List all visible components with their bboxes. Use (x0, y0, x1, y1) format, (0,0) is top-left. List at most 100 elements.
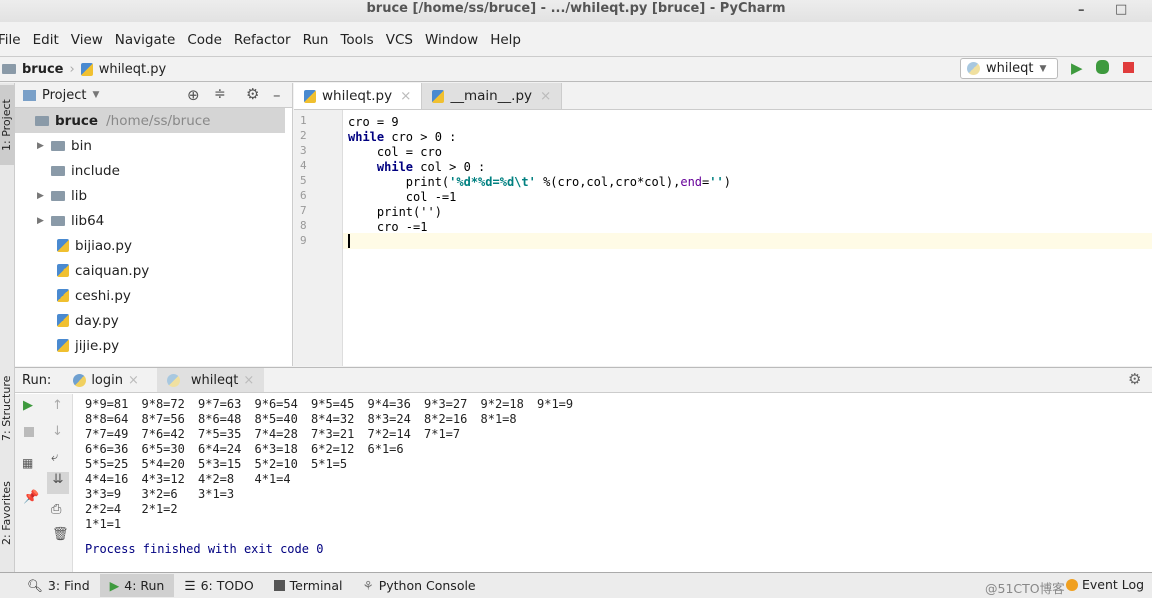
down-arrow-icon[interactable]: ↓ (52, 424, 63, 439)
tab-whileqt[interactable]: whileqt.py × (294, 83, 423, 109)
close-icon[interactable]: × (400, 88, 411, 104)
stop-button[interactable] (1123, 62, 1134, 73)
menu-run[interactable]: Run (297, 28, 335, 52)
tab-main[interactable]: __main__.py × (422, 83, 563, 109)
stop-button[interactable] (24, 427, 34, 437)
line-gutter: 1 2 3 4 5 6 7 8 9 (294, 110, 343, 366)
line-number: 8 (300, 219, 307, 232)
warning-icon (1066, 578, 1078, 591)
tree-item[interactable]: bijiao.py (15, 233, 285, 258)
breadcrumb-separator: › (69, 61, 75, 77)
tab-label: Python Console (378, 578, 476, 593)
output-cell: 1*1=1 (85, 517, 122, 531)
tool-tab-run[interactable]: ▶ 4: Run (99, 574, 175, 597)
expand-arrow-icon[interactable]: ▶ (37, 141, 51, 151)
tree-item[interactable]: ▶ lib64 (15, 208, 285, 233)
hide-icon[interactable]: – (273, 86, 281, 104)
event-log[interactable]: Event Log (1066, 577, 1144, 592)
chevron-down-icon[interactable]: ▼ (92, 90, 99, 100)
output-cell: 8*5=40 (254, 412, 298, 426)
tree-item[interactable]: include (15, 158, 285, 183)
run-tab-whileqt[interactable]: whileqt × (156, 368, 265, 392)
side-tab-favorites[interactable]: 2: Favorites (0, 468, 15, 558)
pin-icon[interactable]: 📌 (23, 490, 39, 505)
run-tab-label: login (91, 372, 123, 388)
line-number: 6 (300, 189, 307, 202)
tree-item[interactable]: ▶ bin (15, 133, 285, 158)
tree-item[interactable]: caiquan.py (15, 258, 285, 283)
side-tab-structure[interactable]: 7: Structure (0, 363, 15, 453)
line-number: 5 (300, 174, 307, 187)
output-cell: 9*9=81 (85, 397, 129, 411)
tree-item[interactable]: ceshi.py (15, 283, 285, 308)
tree-item[interactable]: day.py (15, 308, 285, 333)
output-cell: 5*2=10 (254, 457, 298, 471)
menu-bar: File Edit View Navigate Code Refactor Ru… (0, 28, 1144, 52)
soft-wrap-icon[interactable]: ⤶ (51, 450, 58, 465)
line-number: 1 (300, 114, 307, 127)
breadcrumb-project[interactable]: bruce (22, 62, 64, 77)
locate-icon[interactable]: ⊕ (187, 86, 200, 104)
run-config-select[interactable]: whileqt ▼ (960, 58, 1058, 79)
tree-item[interactable]: ▶ lib (15, 183, 285, 208)
close-icon[interactable]: × (243, 373, 254, 388)
output-cell: 8*4=32 (311, 412, 355, 426)
expand-arrow-icon[interactable]: ▶ (37, 216, 51, 226)
gear-icon[interactable]: ⚙ (1128, 370, 1141, 388)
tree-root[interactable]: bruce /home/ss/bruce (15, 108, 285, 133)
trash-icon[interactable]: 🗑 (52, 527, 69, 542)
menu-edit[interactable]: Edit (27, 28, 65, 52)
close-icon[interactable]: × (540, 88, 551, 104)
output-cell: 8*2=16 (424, 412, 468, 426)
tool-tab-todo[interactable]: ☰ 6: TODO (174, 574, 263, 597)
menu-code[interactable]: Code (181, 28, 228, 52)
search-icon: 🔍︎ (27, 577, 43, 593)
tool-tab-find[interactable]: 🔍︎ 3: Find (17, 574, 100, 598)
tab-label: 6: TODO (200, 578, 254, 593)
tool-tab-python-console[interactable]: ⚘ Python Console (352, 574, 485, 597)
maximize-button[interactable]: □ (1115, 1, 1127, 19)
close-icon[interactable]: × (128, 373, 139, 388)
menu-refactor[interactable]: Refactor (228, 28, 297, 52)
collapse-all-icon[interactable]: ≑ (214, 86, 226, 102)
output-cell: 8*3=24 (367, 412, 411, 426)
output-cell: 4*4=16 (85, 472, 129, 486)
folder-icon (35, 115, 49, 126)
run-tab-label: whileqt (190, 372, 239, 388)
menu-tools[interactable]: Tools (334, 28, 379, 52)
side-tab-project[interactable]: 1: Project (0, 85, 15, 165)
editor-panel: whileqt.py × __main__.py × 1 2 3 4 5 6 7 8 9 cro… (294, 83, 1152, 366)
up-arrow-icon[interactable]: ↑ (52, 398, 63, 413)
gear-icon[interactable]: ⚙ (246, 85, 259, 103)
tree-item-label: caiquan.py (75, 262, 150, 279)
project-panel-header: Project ▼ ⊕ ≑ ⚙ – (15, 83, 292, 108)
output-cell: 6*2=12 (311, 442, 355, 456)
menu-help[interactable]: Help (484, 28, 527, 52)
project-view-select[interactable]: Project (42, 88, 86, 103)
output-cell: 7*3=21 (311, 427, 355, 441)
run-tab-login[interactable]: login × (63, 368, 149, 392)
rerun-button[interactable]: ▶ (23, 398, 33, 413)
output-cell: 7*7=49 (85, 427, 129, 441)
python-icon: ⚘ (362, 578, 374, 593)
breadcrumb-file[interactable]: whileqt.py (99, 62, 167, 77)
menu-view[interactable]: View (65, 28, 109, 52)
menu-window[interactable]: Window (419, 28, 484, 52)
menu-vcs[interactable]: VCS (380, 28, 419, 52)
layout-icon[interactable]: ▦ (22, 456, 33, 470)
scroll-to-end-icon[interactable]: ⇊ (47, 472, 69, 494)
menu-navigate[interactable]: Navigate (109, 28, 182, 52)
menu-file[interactable]: File (0, 28, 27, 52)
run-button[interactable]: ▶ (1071, 59, 1083, 77)
output-cell: 6*3=18 (254, 442, 298, 456)
run-config-label: whileqt (986, 61, 1034, 76)
line-number: 9 (300, 234, 307, 247)
tool-tab-terminal[interactable]: Terminal (264, 574, 353, 597)
minimize-button[interactable]: – (1078, 2, 1085, 20)
python-icon (967, 62, 980, 75)
python-file-icon (57, 264, 69, 277)
tree-item[interactable]: jijie.py (15, 333, 285, 358)
print-icon[interactable]: ⎙ (51, 502, 61, 517)
debug-bug-icon[interactable] (1096, 60, 1109, 74)
expand-arrow-icon[interactable]: ▶ (37, 191, 51, 201)
